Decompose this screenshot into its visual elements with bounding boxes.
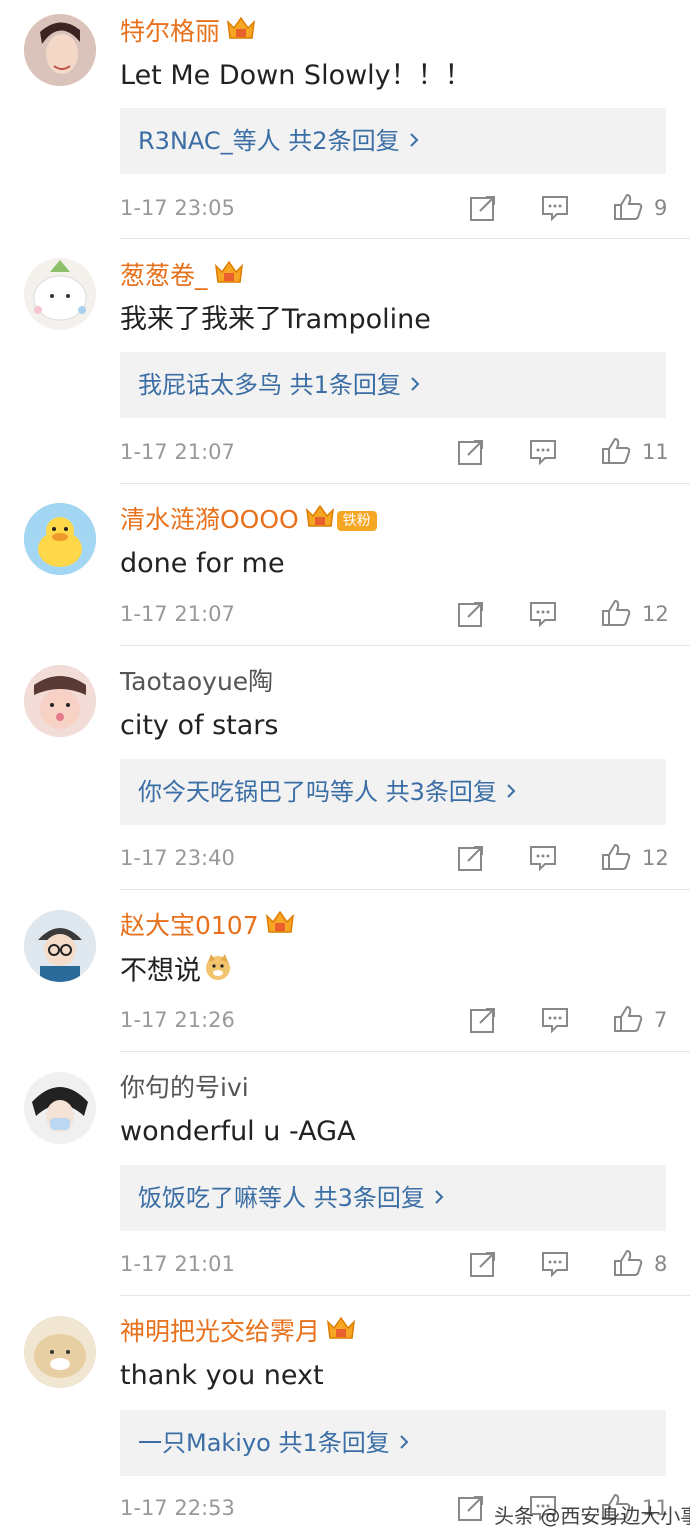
username[interactable]: 清水涟漪OOOO 铁粉: [120, 504, 377, 538]
vip-crown-icon: [226, 16, 256, 50]
chevron-right-icon: [505, 776, 517, 808]
chevron-right-icon: [408, 125, 420, 157]
divider: [120, 645, 690, 646]
username[interactable]: 神明把光交给霁月: [120, 1316, 356, 1350]
thumbs-up-icon[interactable]: [600, 841, 631, 871]
comment-text: Let Me Down Slowly！！！: [120, 60, 472, 91]
repost-icon[interactable]: [456, 1493, 486, 1523]
divider: [120, 1295, 690, 1296]
thumbs-up-icon[interactable]: [600, 435, 631, 465]
vip-crown-icon: [305, 504, 335, 538]
timestamp: 1-17 21:26: [120, 1008, 235, 1032]
repost-icon[interactable]: [456, 437, 486, 467]
like-count: 12: [642, 602, 669, 626]
comment-icon[interactable]: [540, 1005, 570, 1035]
username[interactable]: 葱葱卷_: [120, 260, 244, 294]
avatar[interactable]: [24, 503, 96, 575]
chevron-right-icon: [433, 1182, 445, 1214]
thumbs-up-icon[interactable]: [612, 1247, 643, 1277]
comment-icon[interactable]: [528, 843, 558, 873]
comment-text: city of stars: [120, 710, 279, 741]
thumbs-up-icon[interactable]: [600, 597, 631, 627]
divider: [120, 238, 690, 239]
reply-summary[interactable]: 一只Makiyo 共1条回复: [120, 1410, 666, 1476]
avatar[interactable]: [24, 1316, 96, 1388]
repost-icon[interactable]: [468, 1249, 498, 1279]
like-count: 11: [642, 440, 669, 464]
divider: [120, 483, 690, 484]
repost-icon[interactable]: [456, 843, 486, 873]
repost-icon[interactable]: [468, 193, 498, 223]
avatar[interactable]: [24, 14, 96, 86]
comment-text: thank you next: [120, 1360, 324, 1391]
username[interactable]: 特尔格丽: [120, 16, 256, 50]
fan-badge: 铁粉: [336, 511, 377, 531]
comment-text: done for me: [120, 548, 285, 579]
timestamp: 1-17 21:07: [120, 440, 235, 464]
avatar[interactable]: [24, 665, 96, 737]
doge-emoji-icon: [203, 952, 233, 992]
reply-summary[interactable]: 饭饭吃了嘛等人 共3条回复: [120, 1165, 666, 1231]
reply-summary[interactable]: 你今天吃锅巴了吗等人 共3条回复: [120, 759, 666, 825]
vip-crown-icon: [265, 910, 295, 944]
like-count: 9: [654, 196, 668, 220]
comment-text: wonderful u -AGA: [120, 1116, 356, 1147]
timestamp: 1-17 21:07: [120, 602, 235, 626]
username[interactable]: Taotaoyue陶: [120, 666, 273, 698]
comment-text: 我来了我来了Trampoline: [120, 304, 431, 335]
divider: [120, 889, 690, 890]
timestamp: 1-17 22:53: [120, 1496, 235, 1520]
repost-icon[interactable]: [468, 1005, 498, 1035]
source-watermark: 头条 @西安身边大小事: [494, 1504, 690, 1528]
avatar[interactable]: [24, 258, 96, 330]
thumbs-up-icon[interactable]: [612, 191, 643, 221]
timestamp: 1-17 23:40: [120, 846, 235, 870]
thumbs-up-icon[interactable]: [612, 1003, 643, 1033]
repost-icon[interactable]: [456, 599, 486, 629]
comment-icon[interactable]: [528, 437, 558, 467]
comment-icon[interactable]: [540, 1249, 570, 1279]
like-count: 12: [642, 846, 669, 870]
like-count: 8: [654, 1252, 668, 1276]
vip-crown-icon: [214, 260, 244, 294]
avatar[interactable]: [24, 910, 96, 982]
username[interactable]: 你句的号ivi: [120, 1072, 249, 1104]
username[interactable]: 赵大宝0107: [120, 910, 295, 944]
chevron-right-icon: [398, 1427, 410, 1459]
timestamp: 1-17 21:01: [120, 1252, 235, 1276]
timestamp: 1-17 23:05: [120, 196, 235, 220]
comment-text: 不想说: [120, 952, 233, 992]
like-count: 7: [654, 1008, 668, 1032]
comment-icon[interactable]: [528, 599, 558, 629]
chevron-right-icon: [409, 369, 421, 401]
divider: [120, 1051, 690, 1052]
reply-summary[interactable]: 我屁话太多鸟 共1条回复: [120, 352, 666, 418]
vip-crown-icon: [326, 1316, 356, 1350]
avatar[interactable]: [24, 1072, 96, 1144]
reply-summary[interactable]: R3NAC_等人 共2条回复: [120, 108, 666, 174]
comment-icon[interactable]: [540, 193, 570, 223]
